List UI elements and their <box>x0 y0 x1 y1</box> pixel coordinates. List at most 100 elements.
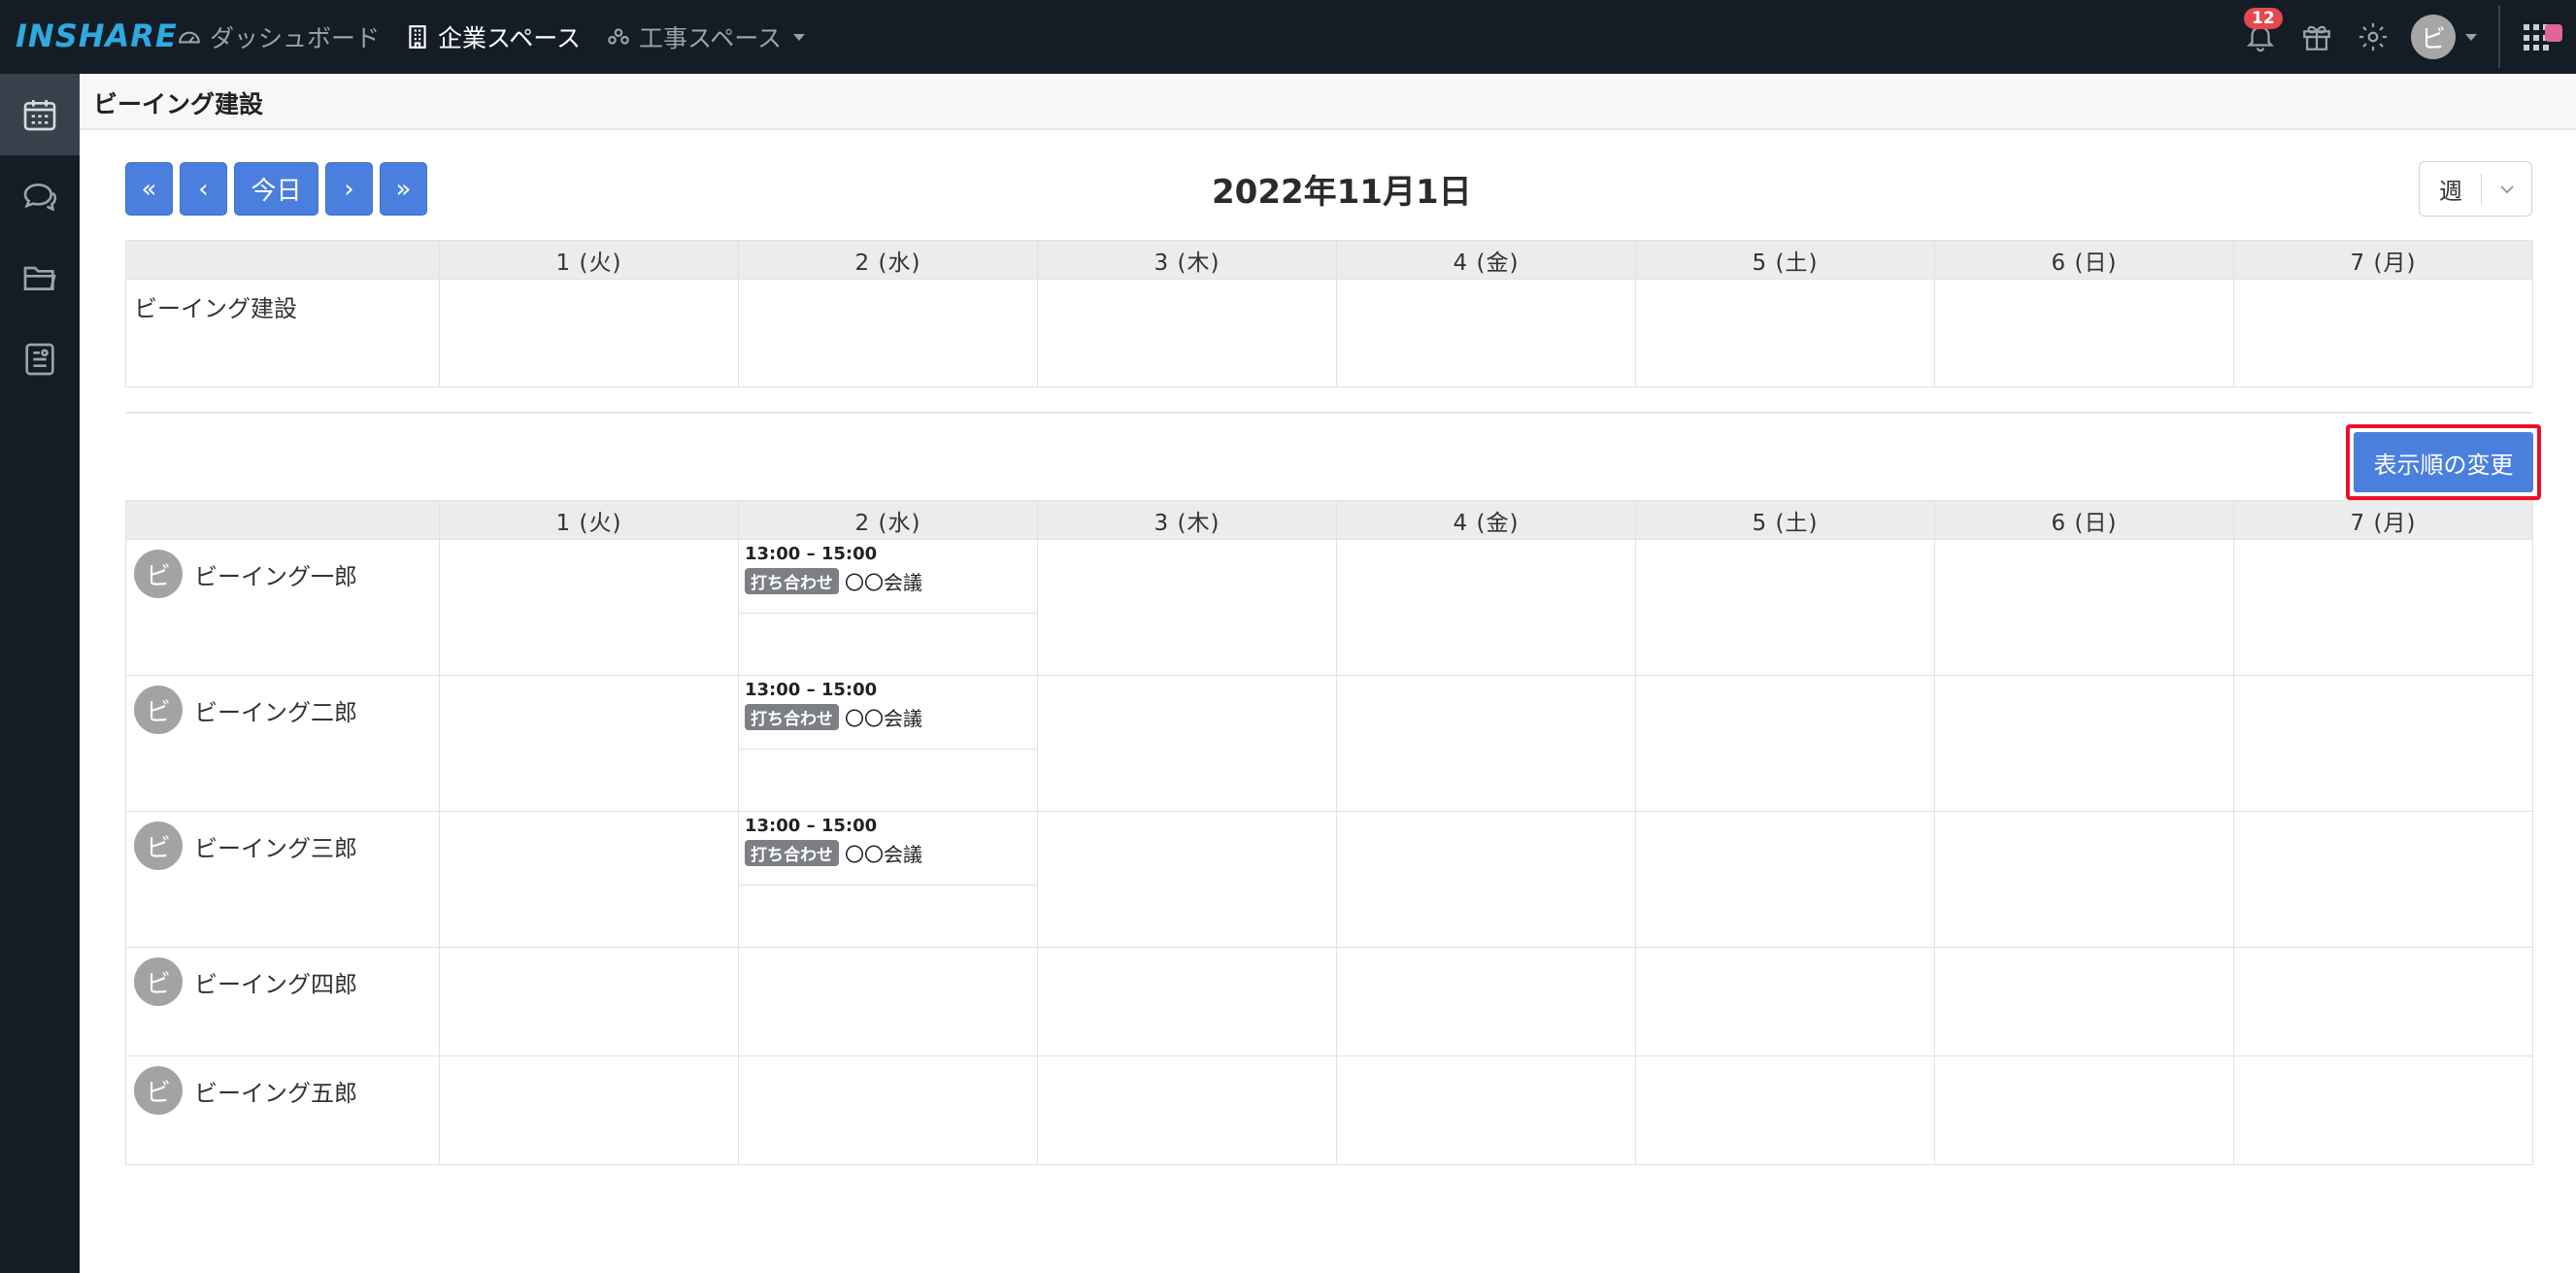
calendar-cell[interactable] <box>1635 811 1935 948</box>
calendar-cell[interactable] <box>2233 539 2533 676</box>
avatar: ビ <box>134 550 183 598</box>
page-header: ビーイング建設 <box>80 74 2576 130</box>
calendar-cell[interactable] <box>439 279 739 387</box>
person-cell: ビ ビーイング五郎 <box>125 1055 440 1165</box>
calendar-cell[interactable] <box>1635 675 1935 812</box>
nav-dashboard-label: ダッシュボード <box>210 24 381 52</box>
calendar-cell[interactable] <box>1037 675 1337 812</box>
calendar-cell[interactable] <box>1934 675 2234 812</box>
event-item[interactable]: 13:00 – 15:00 打ち合わせ 〇〇会議 <box>739 540 1037 595</box>
person-name: ビーイング四郎 <box>194 971 357 998</box>
last-button[interactable]: » <box>380 162 427 216</box>
calendar-cell[interactable] <box>439 539 739 676</box>
nav-company-space[interactable]: 企業スペース <box>405 19 581 54</box>
calendar-cell[interactable] <box>1934 539 2234 676</box>
calendar-cell[interactable] <box>1336 675 1636 812</box>
calendar-cell[interactable] <box>439 947 739 1056</box>
view-select[interactable]: 週 <box>2419 161 2532 217</box>
cell-more-area[interactable] <box>739 749 1037 784</box>
nav-construction-space[interactable]: 工事スペース <box>606 19 806 54</box>
settings-button[interactable] <box>2345 0 2401 74</box>
calendar-cell[interactable] <box>2233 675 2533 812</box>
calendar-cell[interactable] <box>738 947 1038 1056</box>
calendar-cell[interactable] <box>1336 811 1636 948</box>
calendar-cell[interactable] <box>738 1055 1038 1165</box>
sidebar-item-files[interactable] <box>0 237 80 318</box>
nav-dashboard[interactable]: ダッシュボード <box>177 19 380 54</box>
calendar-cell[interactable]: 13:00 – 15:00 打ち合わせ 〇〇会議 <box>738 811 1038 948</box>
sidebar-item-calendar[interactable] <box>0 74 80 155</box>
calendar-cell[interactable] <box>1934 279 2234 387</box>
next-button[interactable]: › <box>325 162 373 216</box>
day-header: 4 (金) <box>1336 500 1636 540</box>
event-item[interactable]: 13:00 – 15:00 打ち合わせ 〇〇会議 <box>739 676 1037 731</box>
today-button[interactable]: 今日 <box>234 162 318 216</box>
change-display-order-button[interactable]: 表示順の変更 <box>2354 432 2533 492</box>
calendar-cell[interactable] <box>1037 947 1337 1056</box>
calendar-cell[interactable] <box>1934 1055 2234 1165</box>
chevron-down-icon <box>793 33 806 41</box>
cell-more-area[interactable] <box>739 613 1037 648</box>
first-button[interactable]: « <box>125 162 173 216</box>
calendar-cell[interactable] <box>1635 1055 1935 1165</box>
calendar-cell[interactable] <box>1336 539 1636 676</box>
avatar: ビ <box>134 821 183 870</box>
calendar-cell[interactable] <box>1336 279 1636 387</box>
day-header: 2 (水) <box>738 240 1038 280</box>
sidebar-item-chat[interactable] <box>0 155 80 237</box>
event-title: 〇〇会議 <box>845 843 922 866</box>
day-header: 7 (月) <box>2233 500 2533 540</box>
company-calendar-table: 1 (火) 2 (水) 3 (木) 4 (金) 5 (土) 6 (日) 7 (月… <box>125 240 2533 387</box>
calendar-cell[interactable] <box>1635 279 1935 387</box>
sidebar-item-documents[interactable] <box>0 318 80 400</box>
prev-button[interactable]: ‹ <box>180 162 227 216</box>
calendar-cell[interactable] <box>1934 947 2234 1056</box>
person-name: ビーイング五郎 <box>194 1080 357 1107</box>
cell-more-area[interactable] <box>739 885 1037 920</box>
calendar-cell[interactable] <box>1635 539 1935 676</box>
calendar-cell[interactable] <box>1037 279 1337 387</box>
users-icon <box>608 28 629 45</box>
calendar-cell[interactable]: 13:00 – 15:00 打ち合わせ 〇〇会議 <box>738 675 1038 812</box>
calendar-cell[interactable] <box>1934 811 2234 948</box>
calendar-cell[interactable] <box>1037 811 1337 948</box>
day-header: 1 (火) <box>439 500 739 540</box>
event-time: 13:00 – 15:00 <box>745 544 878 564</box>
calendar-cell[interactable] <box>2233 1055 2533 1165</box>
calendar-cell[interactable] <box>738 279 1038 387</box>
page-title: ビーイング建設 <box>93 90 264 118</box>
calendar-cell[interactable] <box>1635 947 1935 1056</box>
calendar-cell[interactable] <box>1037 1055 1337 1165</box>
calendar-cell[interactable] <box>2233 279 2533 387</box>
gift-button[interactable] <box>2289 0 2345 74</box>
header-row: 1 (火) 2 (水) 3 (木) 4 (金) 5 (土) 6 (日) 7 (月… <box>125 500 2533 540</box>
order-button-highlight: 表示順の変更 <box>2346 424 2541 500</box>
chevron-down-icon <box>2482 180 2531 199</box>
notification-button[interactable]: 12 <box>2232 0 2289 74</box>
avatar: ビ <box>2411 15 2456 59</box>
event-title: 〇〇会議 <box>845 571 922 594</box>
calendar-cell[interactable] <box>2233 811 2533 948</box>
day-header: 1 (火) <box>439 240 739 280</box>
calendar-cell[interactable] <box>1037 539 1337 676</box>
event-tag: 打ち合わせ <box>745 840 839 866</box>
event-tag: 打ち合わせ <box>745 704 839 730</box>
calendar-cell[interactable] <box>439 811 739 948</box>
event-item[interactable]: 13:00 – 15:00 打ち合わせ 〇〇会議 <box>739 812 1037 867</box>
day-header: 6 (日) <box>1934 500 2234 540</box>
calendar-cell[interactable] <box>1336 1055 1636 1165</box>
calendar-cell[interactable] <box>2233 947 2533 1056</box>
calendar-icon <box>23 100 56 131</box>
calendar-cell[interactable] <box>439 675 739 812</box>
calendar-cell[interactable] <box>439 1055 739 1165</box>
user-menu[interactable]: ビ <box>2411 15 2477 59</box>
nav-company-space-label: 企業スペース <box>438 24 582 52</box>
app-logo[interactable]: INSHARE <box>16 17 178 54</box>
avatar: ビ <box>134 957 183 1006</box>
event-time: 13:00 – 15:00 <box>745 816 878 836</box>
document-icon <box>25 343 54 376</box>
apps-button[interactable] <box>2522 15 2566 59</box>
calendar-cell[interactable]: 13:00 – 15:00 打ち合わせ 〇〇会議 <box>738 539 1038 676</box>
day-header: 4 (金) <box>1336 240 1636 280</box>
calendar-cell[interactable] <box>1336 947 1636 1056</box>
